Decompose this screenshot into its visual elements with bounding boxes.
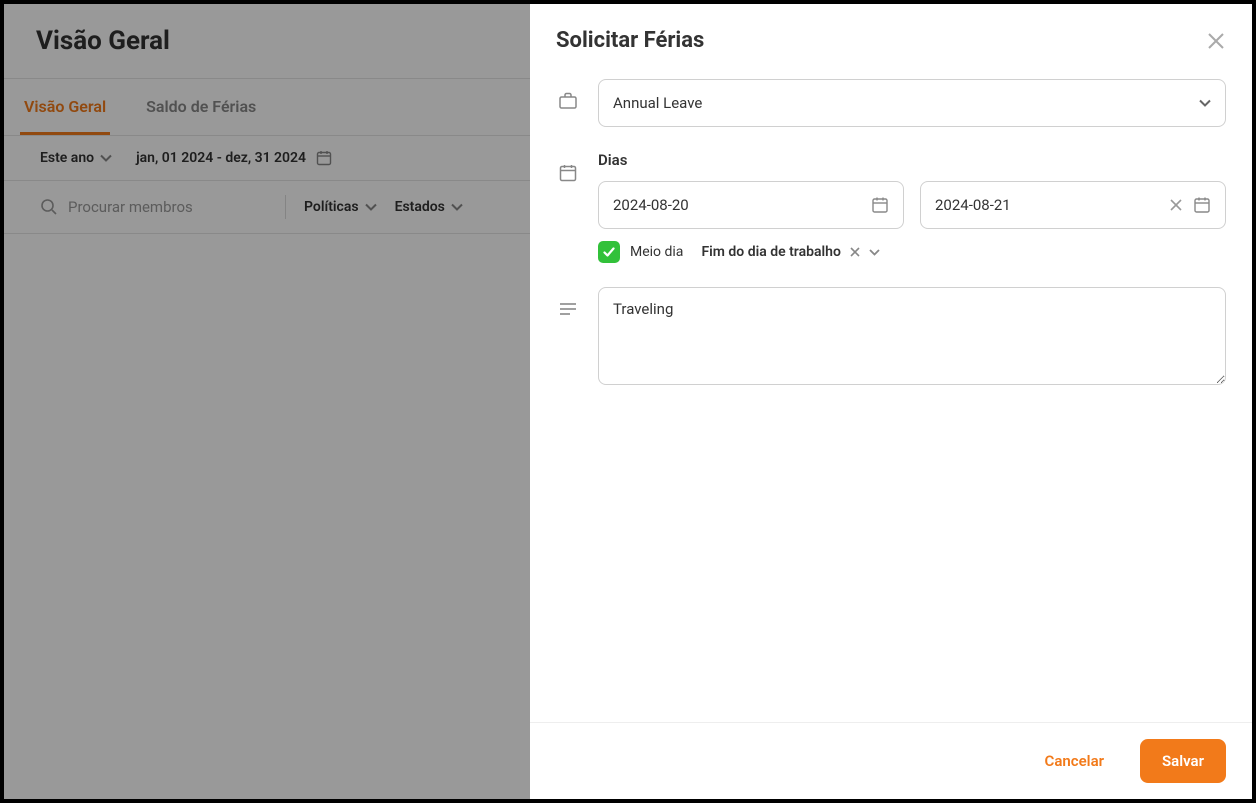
close-button[interactable] (1206, 31, 1226, 51)
request-leave-panel: Solicitar Férias Annual Leave Dias (530, 4, 1252, 799)
end-date-value: 2024-08-21 (935, 196, 1011, 214)
calendar-icon (1193, 196, 1211, 214)
calendar-icon (556, 161, 580, 185)
policy-row: Annual Leave (556, 79, 1226, 127)
note-row (556, 287, 1226, 385)
clear-icon[interactable] (849, 246, 861, 258)
clear-icon[interactable] (1169, 198, 1183, 212)
panel-footer: Cancelar Salvar (530, 722, 1252, 799)
start-date-value: 2024-08-20 (613, 196, 689, 214)
half-day-timing-value: Fim do dia de trabalho (701, 244, 840, 260)
end-date-input[interactable]: 2024-08-21 (920, 181, 1226, 229)
half-day-checkbox[interactable] (598, 241, 620, 263)
policy-selected-value: Annual Leave (613, 94, 702, 112)
briefcase-icon (556, 89, 580, 113)
close-icon (1206, 31, 1226, 51)
panel-title: Solicitar Férias (556, 28, 704, 53)
panel-body: Annual Leave Dias 2024-08-20 (530, 69, 1252, 722)
half-day-label: Meio dia (630, 244, 683, 260)
chevron-down-icon (869, 249, 880, 256)
half-day-controls: Meio dia Fim do dia de trabalho (598, 241, 1226, 263)
days-row: Dias 2024-08-20 2024-08-21 (556, 151, 1226, 263)
check-icon (602, 245, 616, 259)
date-range-inputs: 2024-08-20 2024-08-21 (598, 181, 1226, 229)
start-date-input[interactable]: 2024-08-20 (598, 181, 904, 229)
panel-header: Solicitar Férias (530, 4, 1252, 69)
chevron-down-icon (1199, 99, 1211, 107)
days-label: Dias (598, 151, 1226, 169)
cancel-button[interactable]: Cancelar (1023, 739, 1127, 783)
notes-icon (556, 297, 580, 321)
note-textarea[interactable] (598, 287, 1226, 385)
policy-select[interactable]: Annual Leave (598, 79, 1226, 127)
half-day-timing-select[interactable]: Fim do dia de trabalho (701, 244, 879, 260)
save-button[interactable]: Salvar (1140, 739, 1226, 783)
calendar-icon (871, 196, 889, 214)
